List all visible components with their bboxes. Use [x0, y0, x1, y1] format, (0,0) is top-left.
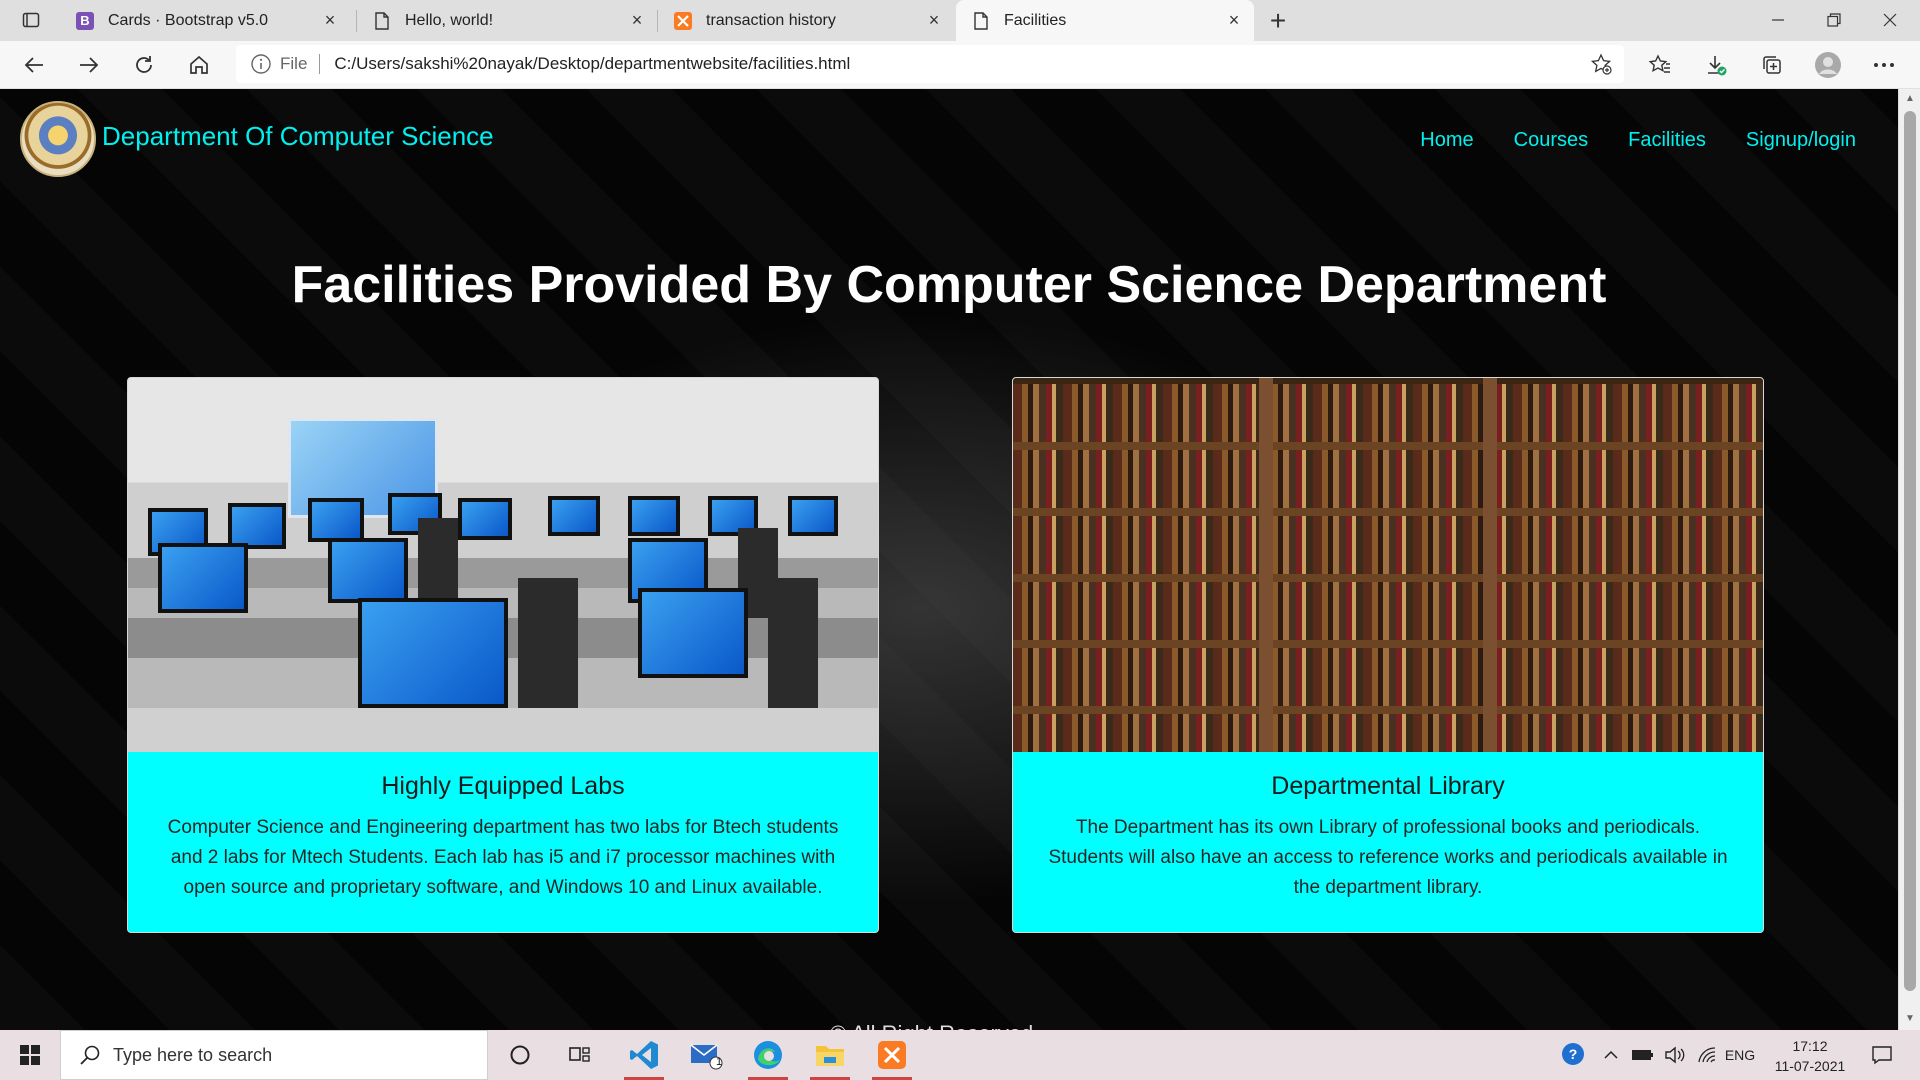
tab-title: Cards · Bootstrap v5.0	[108, 11, 269, 29]
mail-icon[interactable]: 1	[678, 1030, 734, 1080]
nav-link-courses[interactable]: Courses	[1514, 129, 1588, 152]
edge-icon[interactable]	[740, 1030, 796, 1080]
tab-title: Hello, world!	[405, 11, 494, 29]
page-icon	[972, 11, 990, 30]
help-icon[interactable]: ?	[1556, 1030, 1592, 1080]
taskbar-clock[interactable]: 17:12 11-07-2021	[1760, 1036, 1860, 1076]
close-icon[interactable]: ×	[924, 10, 944, 31]
volume-icon[interactable]	[1660, 1030, 1690, 1080]
profile-avatar-icon[interactable]	[1814, 51, 1842, 79]
library-bookshelves-photo	[1013, 378, 1763, 752]
close-icon[interactable]: ×	[320, 10, 340, 31]
nav-link-facilities[interactable]: Facilities	[1628, 129, 1706, 152]
site-navbar: Department Of Computer Science Home Cour…	[0, 89, 1898, 179]
scroll-up-icon[interactable]: ▲	[1904, 93, 1916, 105]
minimize-icon[interactable]	[1750, 0, 1806, 40]
page-heading: Facilities Provided By Computer Science …	[291, 256, 1607, 314]
add-favorite-icon[interactable]	[1590, 53, 1612, 75]
notifications-icon[interactable]	[1862, 1030, 1902, 1080]
more-options-icon[interactable]	[1870, 51, 1898, 79]
cortana-icon[interactable]	[492, 1030, 548, 1080]
tab-hello-world[interactable]: Hello, world! ×	[357, 0, 657, 41]
home-icon[interactable]	[181, 49, 217, 81]
language-indicator[interactable]: ENG	[1722, 1030, 1758, 1080]
close-window-icon[interactable]	[1862, 0, 1918, 40]
tab-actions-icon[interactable]	[14, 8, 48, 32]
footer-text: © All Right Reserved	[830, 1021, 1033, 1030]
refresh-icon[interactable]	[126, 49, 162, 81]
windows-icon	[20, 1045, 40, 1065]
search-icon	[80, 1045, 100, 1065]
taskbar-search[interactable]: Type here to search	[60, 1030, 488, 1080]
forward-icon[interactable]	[71, 49, 107, 81]
nav-link-signup-login[interactable]: Signup/login	[1746, 129, 1856, 152]
tab-transaction-history[interactable]: transaction history ×	[658, 0, 954, 41]
tab-facilities[interactable]: Facilities ×	[956, 0, 1254, 41]
xampp-icon	[674, 11, 692, 30]
page-scrollbar[interactable]: ▲ ▼	[1898, 89, 1920, 1030]
scroll-thumb[interactable]	[1904, 111, 1916, 991]
vscode-icon[interactable]	[616, 1030, 672, 1080]
close-icon[interactable]: ×	[627, 10, 647, 31]
windows-taskbar: Type here to search 1 ? ENG 17:12 11-07-…	[0, 1030, 1920, 1080]
site-nav-links: Home Courses Facilities Signup/login	[1420, 129, 1856, 152]
facility-card-labs: Highly Equipped Labs Computer Science an…	[127, 377, 879, 933]
search-placeholder: Type here to search	[113, 1044, 273, 1065]
address-toolbar: File C:/Users/sakshi%20nayak/Desktop/dep…	[0, 41, 1920, 89]
start-button[interactable]	[0, 1030, 60, 1080]
card-title: Highly Equipped Labs	[381, 772, 625, 800]
chevron-up-icon[interactable]	[1598, 1030, 1624, 1080]
tab-title: transaction history	[706, 11, 836, 29]
new-tab-button[interactable]: +	[1263, 5, 1293, 36]
clock-time: 17:12	[1792, 1038, 1828, 1054]
svg-text:?: ?	[1569, 1046, 1578, 1062]
card-text: The Department has its own Library of pr…	[1048, 817, 1728, 898]
facility-card-library: Departmental Library The Department has …	[1012, 377, 1764, 933]
bootstrap-icon: B	[76, 11, 94, 30]
card-text: Computer Science and Engineering departm…	[167, 817, 839, 898]
site-brand[interactable]: Department Of Computer Science	[102, 121, 494, 152]
nav-link-home[interactable]: Home	[1420, 129, 1473, 152]
card-title: Departmental Library	[1271, 772, 1505, 800]
close-icon[interactable]: ×	[1224, 10, 1244, 31]
tab-bar: B Cards · Bootstrap v5.0 × Hello, world!…	[0, 0, 1920, 41]
favorites-icon[interactable]	[1646, 51, 1674, 79]
url-text[interactable]: C:/Users/sakshi%20nayak/Desktop/departme…	[334, 54, 850, 74]
restore-icon[interactable]	[1806, 0, 1862, 40]
scroll-down-icon[interactable]: ▼	[1904, 1013, 1916, 1025]
page-icon	[373, 11, 391, 30]
url-scheme-label: File	[280, 54, 308, 73]
downloads-icon[interactable]	[1702, 51, 1730, 79]
back-icon[interactable]	[16, 49, 52, 81]
clock-date: 11-07-2021	[1774, 1058, 1846, 1074]
tab-title: Facilities	[1004, 11, 1067, 29]
info-icon[interactable]	[250, 53, 272, 75]
xampp-icon[interactable]	[864, 1030, 920, 1080]
mail-badge: 1	[716, 1056, 723, 1068]
collections-icon[interactable]	[1758, 51, 1786, 79]
page-content: Department Of Computer Science Home Cour…	[0, 89, 1898, 1030]
file-explorer-icon[interactable]	[802, 1030, 858, 1080]
computer-lab-photo	[128, 378, 878, 752]
battery-icon[interactable]	[1628, 1030, 1658, 1080]
department-logo[interactable]	[20, 101, 96, 177]
url-divider	[319, 54, 321, 74]
address-bar[interactable]: File C:/Users/sakshi%20nayak/Desktop/dep…	[236, 45, 1624, 83]
wifi-icon[interactable]	[1692, 1030, 1722, 1080]
tab-bootstrap-cards[interactable]: B Cards · Bootstrap v5.0 ×	[60, 0, 350, 41]
task-view-icon[interactable]	[552, 1030, 608, 1080]
